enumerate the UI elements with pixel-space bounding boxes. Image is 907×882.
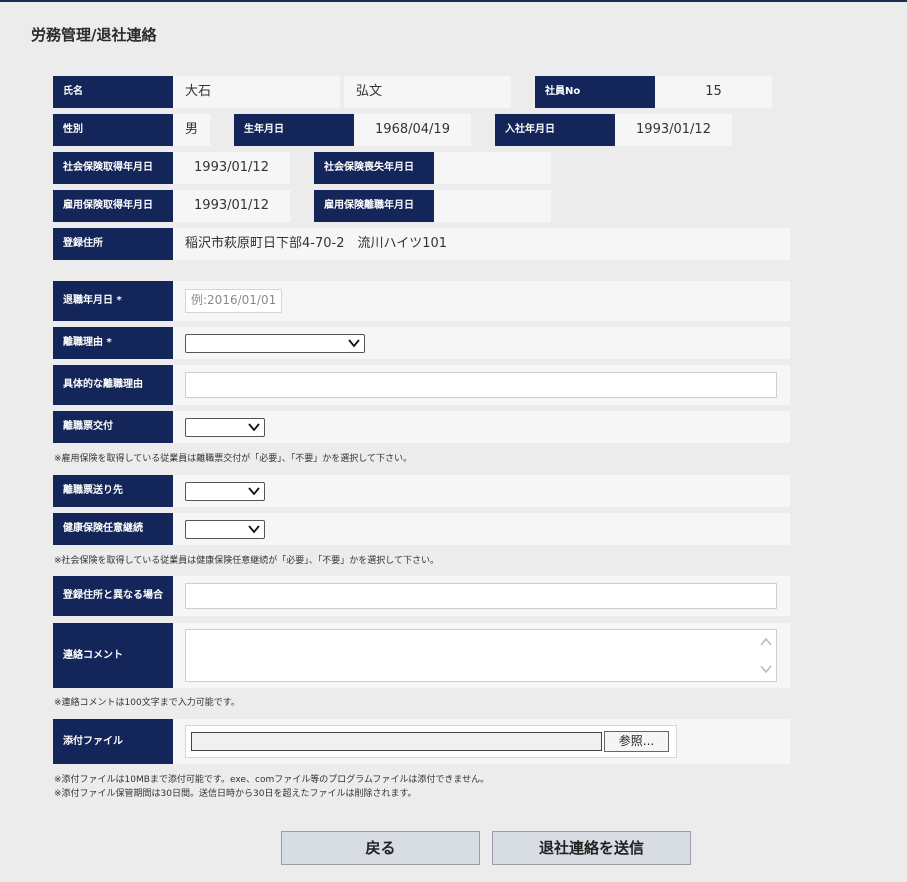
ei-acquired-label: 雇用保険取得年月日 <box>53 190 173 222</box>
chevron-down-icon <box>248 525 260 534</box>
join-date-label: 入社年月日 <box>495 114 615 146</box>
attachment-label: 添付ファイル <box>53 719 173 764</box>
browse-button[interactable]: 参照... <box>604 731 669 752</box>
gender-label: 性別 <box>53 114 173 146</box>
detail-reason-row <box>173 365 790 405</box>
comment-textarea[interactable] <box>185 629 777 682</box>
birth-date-label: 生年月日 <box>234 114 354 146</box>
retire-date-row: 例:2016/01/01 <box>173 281 790 321</box>
si-acquired-value: 1993/01/12 <box>173 152 290 184</box>
birth-date-value: 1968/04/19 <box>354 114 471 146</box>
chevron-down-icon[interactable] <box>759 664 773 674</box>
last-name-value: 大石 <box>173 76 340 108</box>
retire-date-input[interactable]: 例:2016/01/01 <box>185 289 282 313</box>
emp-no-value: 15 <box>655 76 772 108</box>
top-border <box>0 0 907 2</box>
slip-row <box>173 411 790 443</box>
page-title: 労務管理/退社連絡 <box>31 26 157 44</box>
submit-retirement-button[interactable]: 退社連絡を送信 <box>492 831 691 865</box>
first-name-value: 弘文 <box>344 76 511 108</box>
alt-address-input[interactable] <box>185 583 777 609</box>
attachment-note-retention: ※添付ファイル保管期間は30日間。送信日時から30日を超えたファイルは削除されま… <box>54 789 417 799</box>
name-label: 氏名 <box>53 76 173 108</box>
alt-address-label: 登録住所と異なる場合 <box>53 576 173 616</box>
file-path-field[interactable] <box>191 732 602 751</box>
comment-label: 連絡コメント <box>53 623 173 688</box>
health-note: ※社会保険を取得している従業員は健康保険任意継続が「必要」、「不要」かを選択して… <box>54 556 440 566</box>
slip-select[interactable] <box>185 418 265 437</box>
ei-acquired-value: 1993/01/12 <box>173 190 290 222</box>
health-continuation-row <box>173 513 790 545</box>
slip-label: 離職票交付 <box>53 411 173 443</box>
chevron-down-icon <box>348 339 360 348</box>
join-date-value: 1993/01/12 <box>615 114 732 146</box>
ei-left-value <box>434 190 551 222</box>
gender-value: 男 <box>173 114 210 146</box>
chevron-up-icon[interactable] <box>759 637 773 647</box>
si-acquired-label: 社会保険取得年月日 <box>53 152 173 184</box>
file-picker: 参照... <box>185 725 677 758</box>
retire-date-label: 退職年月日 * <box>53 281 173 321</box>
attachment-note-size: ※添付ファイルは10MBまで添付可能です。exe、comファイル等のプログラムフ… <box>54 775 490 785</box>
detail-reason-label: 具体的な離職理由 <box>53 365 173 405</box>
si-lost-label: 社会保険喪失年月日 <box>314 152 434 184</box>
health-continuation-label: 健康保険任意継続 <box>53 513 173 545</box>
reason-row <box>173 327 790 359</box>
emp-no-label: 社員No <box>535 76 655 108</box>
attachment-row: 参照... <box>173 719 790 764</box>
ei-left-label: 雇用保険離職年月日 <box>314 190 434 222</box>
address-value: 稲沢市萩原町日下部4-70-2 流川ハイツ101 <box>173 228 790 260</box>
chevron-down-icon <box>248 423 260 432</box>
chevron-down-icon <box>248 487 260 496</box>
slip-destination-row <box>173 475 790 507</box>
si-lost-value <box>434 152 551 184</box>
comment-note: ※連絡コメントは100文字まで入力可能です。 <box>54 698 240 708</box>
reason-label: 離職理由 * <box>53 327 173 359</box>
back-button[interactable]: 戻る <box>281 831 480 865</box>
detail-reason-input[interactable] <box>185 372 777 398</box>
address-label: 登録住所 <box>53 228 173 260</box>
reason-select[interactable] <box>185 334 365 353</box>
comment-row <box>173 623 790 688</box>
health-continuation-select[interactable] <box>185 520 265 539</box>
slip-destination-label: 離職票送り先 <box>53 475 173 507</box>
alt-address-row <box>173 576 790 616</box>
slip-note: ※雇用保険を取得している従業員は離職票交付が「必要」、「不要」かを選択して下さい… <box>54 454 413 464</box>
slip-destination-select[interactable] <box>185 482 265 501</box>
